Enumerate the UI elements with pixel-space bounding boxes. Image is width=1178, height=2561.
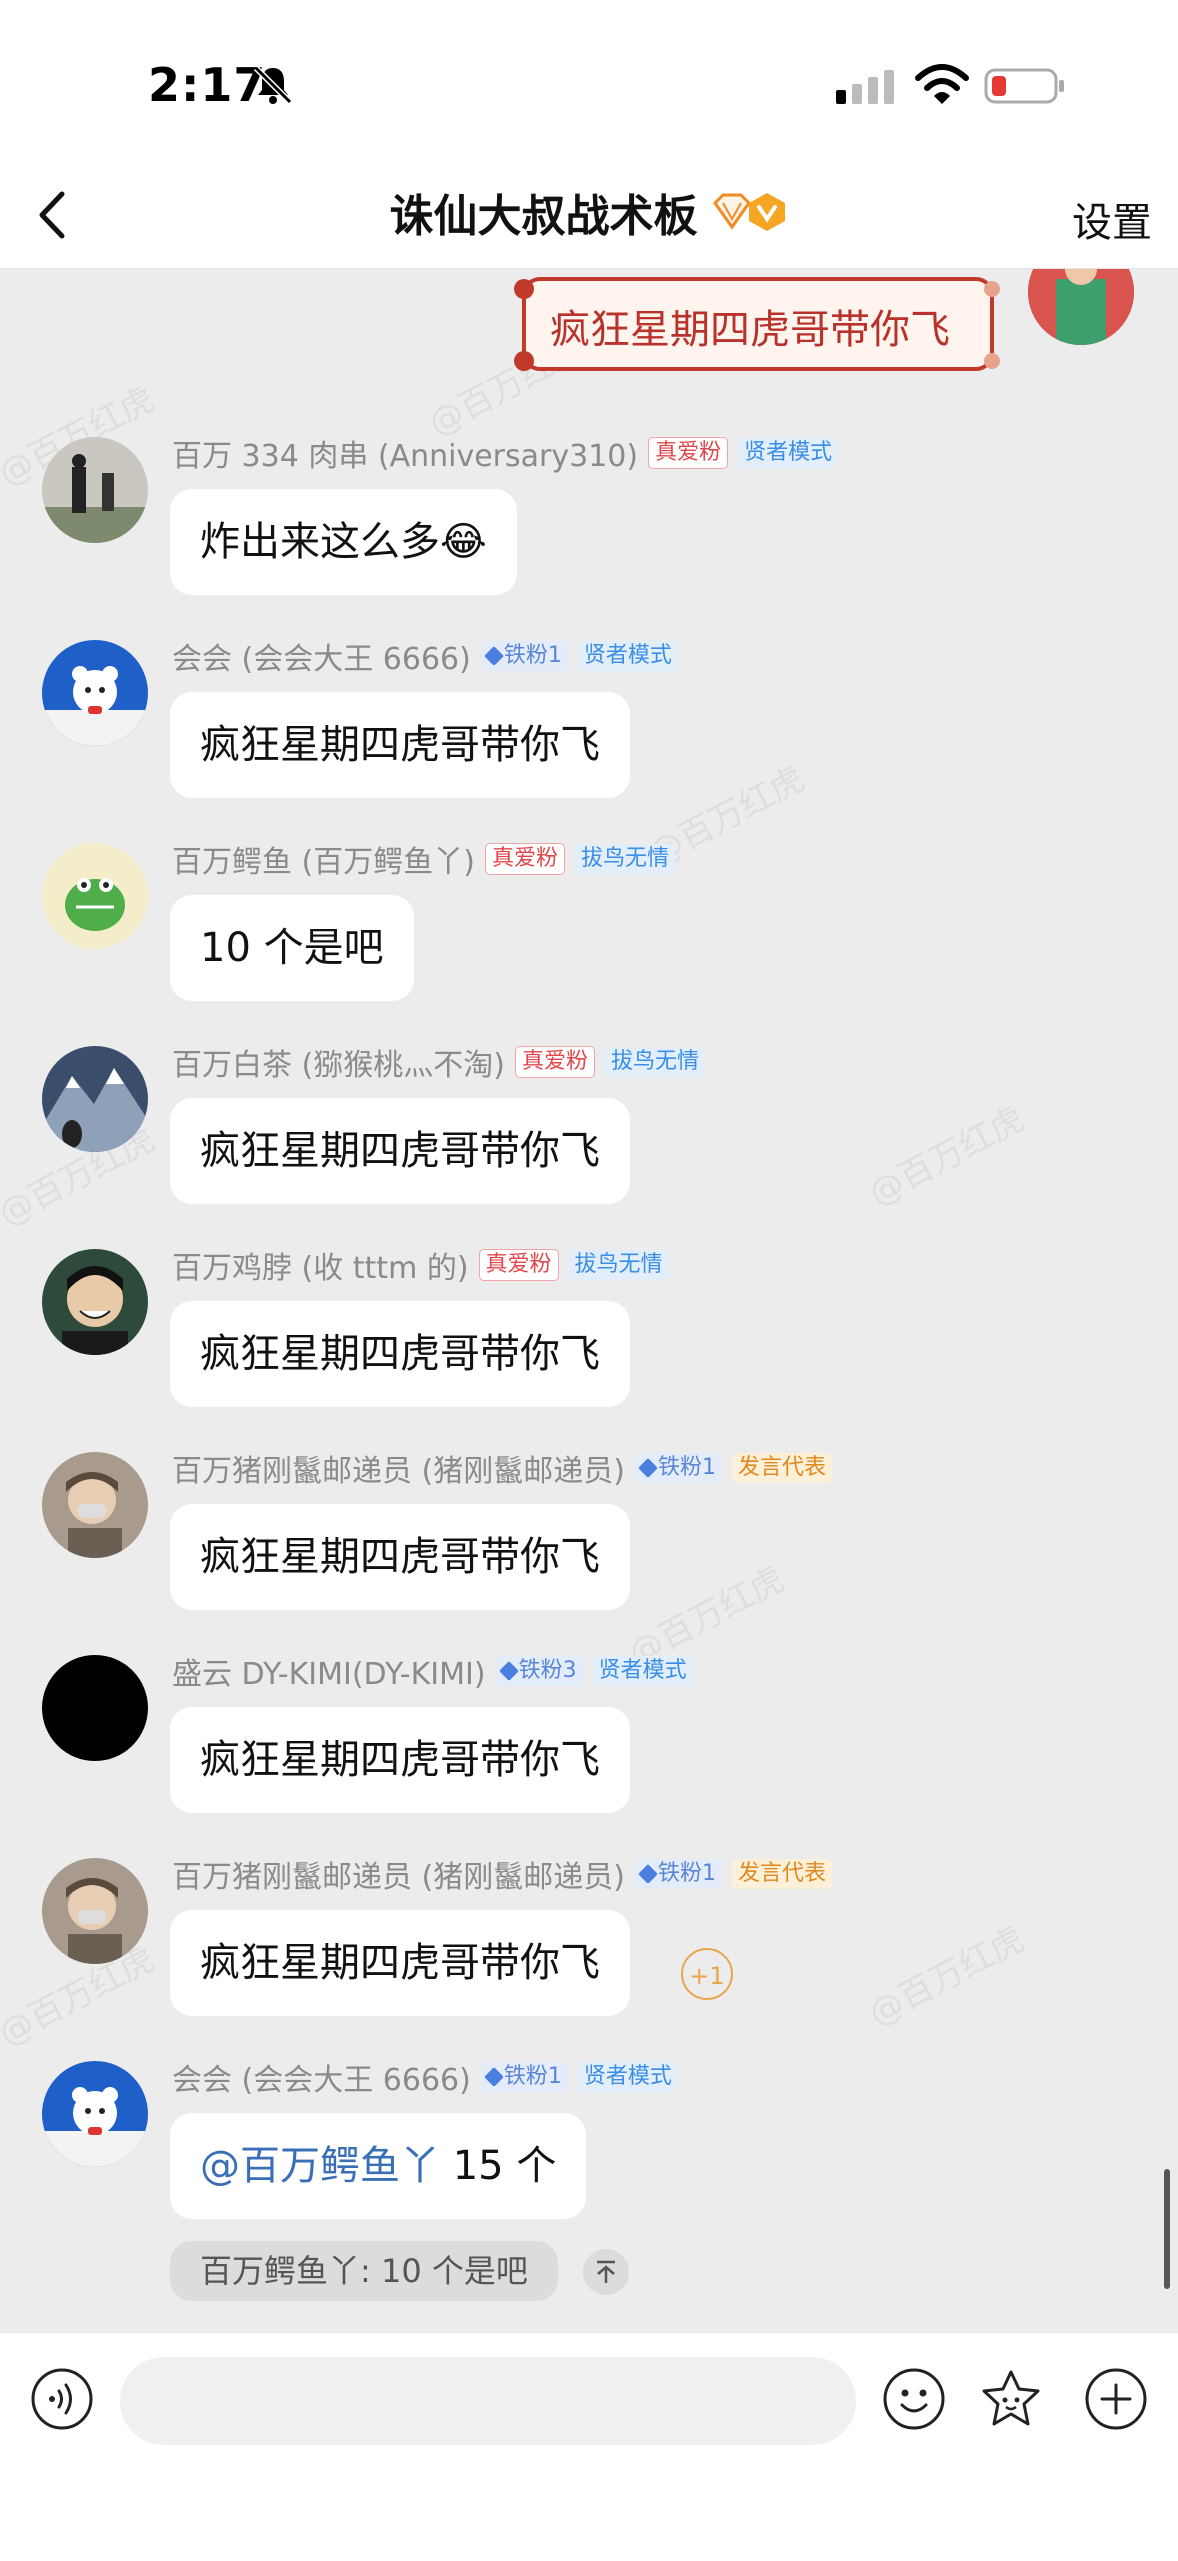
scrollbar[interactable] xyxy=(1164,2169,1170,2289)
message-bubble[interactable]: 疯狂星期四虎哥带你飞 xyxy=(170,1504,630,1610)
sender-meta: 百万鸡脖 (收 tttm 的) 真爱粉 拔鸟无情 xyxy=(172,1243,669,1287)
laughing-emoji-icon: 😂 xyxy=(440,519,487,565)
status-time: 2:17 xyxy=(148,58,267,112)
avatar[interactable] xyxy=(42,1452,148,1558)
fan-level-badge: 铁粉1 xyxy=(634,1453,722,1483)
group-badges-icon xyxy=(712,193,785,231)
title-badge: 拔鸟无情 xyxy=(604,1047,705,1077)
watermark: @百万红虎 xyxy=(862,1919,1032,2035)
sender-name[interactable]: 百万白茶 (猕猴桃灬不淘) xyxy=(172,1040,505,1084)
sender-meta: 盛云 DY-KIMI(DY-KIMI) 铁粉3 贤者模式 xyxy=(172,1649,693,1693)
avatar[interactable] xyxy=(42,1249,148,1355)
sender-name[interactable]: 盛云 DY-KIMI(DY-KIMI) xyxy=(172,1649,486,1693)
diamond-icon xyxy=(638,1458,658,1478)
diamond-icon xyxy=(498,1661,519,1681)
chat-area[interactable]: @百万红虎 @百万红虎 @百万红虎 @百万红虎 @百万红虎 @百万红虎 @百万红… xyxy=(0,269,1178,2332)
fan-level-label: 铁粉1 xyxy=(657,1455,716,1480)
avatar[interactable] xyxy=(42,2061,148,2167)
sender-meta: 百万白茶 (猕猴桃灬不淘) 真爱粉 拔鸟无情 xyxy=(172,1040,705,1084)
message-text: 15 个 xyxy=(452,2143,557,2189)
jump-to-quote-icon[interactable] xyxy=(583,2249,629,2295)
message-input[interactable] xyxy=(120,2357,856,2445)
sender-name[interactable]: 百万猪刚鬣邮递员 (猪刚鬣邮递员) xyxy=(172,1446,625,1490)
fan-level-label: 铁粉1 xyxy=(503,643,562,668)
title-badge: 发言代表 xyxy=(731,1453,832,1483)
voice-icon[interactable] xyxy=(30,2367,94,2431)
group-title[interactable]: 诛仙大叔战术板 xyxy=(389,191,697,242)
message-bubble[interactable]: 疯狂星期四虎哥带你飞 xyxy=(170,692,630,798)
battery-low-icon xyxy=(984,68,1064,104)
fan-badge: 真爱粉 xyxy=(484,843,565,875)
fan-badge: 真爱粉 xyxy=(514,1046,595,1078)
cellular-signal-icon xyxy=(836,70,894,104)
settings-button[interactable]: 设置 xyxy=(1072,190,1152,248)
fan-badge: 真爱粉 xyxy=(648,437,729,469)
message-bubble[interactable]: @百万鳄鱼丫 15 个 xyxy=(170,2113,587,2219)
self-avatar[interactable] xyxy=(1028,269,1134,345)
quoted-reply[interactable]: 百万鳄鱼丫: 10 个是吧 xyxy=(170,2241,558,2301)
diamond-icon xyxy=(638,1864,658,1884)
fan-level-label: 铁粉1 xyxy=(657,1861,716,1886)
sender-meta: 会会 (会会大王 6666) 铁粉1 贤者模式 xyxy=(172,634,678,678)
sender-name[interactable]: 百万 334 肉串 (Anniversary310) xyxy=(172,431,638,475)
sender-meta: 百万猪刚鬣邮递员 (猪刚鬣邮递员) 铁粉1 发言代表 xyxy=(172,1446,832,1490)
message-bubble[interactable]: 疯狂星期四虎哥带你飞 xyxy=(170,1098,630,1204)
message-bubble[interactable]: 10 个是吧 xyxy=(170,895,414,1001)
emoji-icon[interactable] xyxy=(882,2367,946,2431)
message-bubble[interactable]: 炸出来这么多😂 xyxy=(170,489,517,595)
title-badge: 拔鸟无情 xyxy=(574,844,675,874)
sender-meta: 百万 334 肉串 (Anniversary310) 真爱粉 贤者模式 xyxy=(172,431,839,475)
fan-level-badge: 铁粉3 xyxy=(495,1656,583,1686)
fan-level-badge: 铁粉1 xyxy=(480,2062,568,2092)
sender-name[interactable]: 百万猪刚鬣邮递员 (猪刚鬣邮递员) xyxy=(172,1852,625,1896)
mention-link[interactable]: @百万鳄鱼丫 xyxy=(200,2143,440,2189)
plus-icon[interactable] xyxy=(1084,2367,1148,2431)
sender-meta: 百万鳄鱼 (百万鳄鱼丫) 真爱粉 拔鸟无情 xyxy=(172,837,675,881)
wifi-icon xyxy=(915,64,969,104)
sticker-icon[interactable] xyxy=(978,2367,1044,2433)
title-badge: 贤者模式 xyxy=(577,641,678,671)
sender-meta: 百万猪刚鬣邮递员 (猪刚鬣邮递员) 铁粉1 发言代表 xyxy=(172,1852,832,1896)
message-text: 炸出来这么多 xyxy=(200,519,440,565)
header-title-wrap: 诛仙大叔战术板 xyxy=(0,180,1178,244)
message-bubble[interactable]: 疯狂星期四虎哥带你飞 xyxy=(170,1301,630,1407)
sender-name[interactable]: 会会 (会会大王 6666) xyxy=(172,634,471,678)
plus-one-button[interactable]: +1 xyxy=(681,1948,733,2000)
title-badge: 发言代表 xyxy=(731,1859,832,1889)
avatar[interactable] xyxy=(42,437,148,543)
avatar[interactable] xyxy=(42,843,148,949)
avatar[interactable] xyxy=(42,1655,148,1761)
chat-header: 诛仙大叔战术板 设置 xyxy=(0,160,1178,269)
fan-level-label: 铁粉3 xyxy=(518,1658,577,1683)
avatar[interactable] xyxy=(42,1046,148,1152)
title-badge: 拔鸟无情 xyxy=(568,1250,669,1280)
sender-meta: 会会 (会会大王 6666) 铁粉1 贤者模式 xyxy=(172,2055,678,2099)
self-message-bubble[interactable]: 疯狂星期四虎哥带你飞 xyxy=(510,269,1006,379)
fan-level-badge: 铁粉1 xyxy=(634,1859,722,1889)
fan-level-label: 铁粉1 xyxy=(503,2064,562,2089)
input-bar xyxy=(0,2332,1178,2561)
sender-name[interactable]: 会会 (会会大王 6666) xyxy=(172,2055,471,2099)
message-bubble[interactable]: 疯狂星期四虎哥带你飞 xyxy=(170,1707,630,1813)
diamond-icon xyxy=(483,646,504,666)
title-badge: 贤者模式 xyxy=(577,2062,678,2092)
message-bubble[interactable]: 疯狂星期四虎哥带你飞 xyxy=(170,1910,630,2016)
fan-badge: 真爱粉 xyxy=(478,1249,559,1281)
watermark: @百万红虎 xyxy=(862,1099,1032,1215)
sender-name[interactable]: 百万鳄鱼 (百万鳄鱼丫) xyxy=(172,837,475,881)
fan-level-badge: 铁粉1 xyxy=(480,641,568,671)
title-badge: 贤者模式 xyxy=(592,1656,693,1686)
sender-name[interactable]: 百万鸡脖 (收 tttm 的) xyxy=(172,1243,469,1287)
bell-muted-icon xyxy=(253,65,293,105)
self-message-text: 疯狂星期四虎哥带你飞 xyxy=(550,307,950,353)
status-bar: 2:17 xyxy=(0,0,1178,160)
diamond-icon xyxy=(483,2067,504,2087)
title-badge: 贤者模式 xyxy=(738,438,839,468)
avatar[interactable] xyxy=(42,640,148,746)
avatar[interactable] xyxy=(42,1858,148,1964)
